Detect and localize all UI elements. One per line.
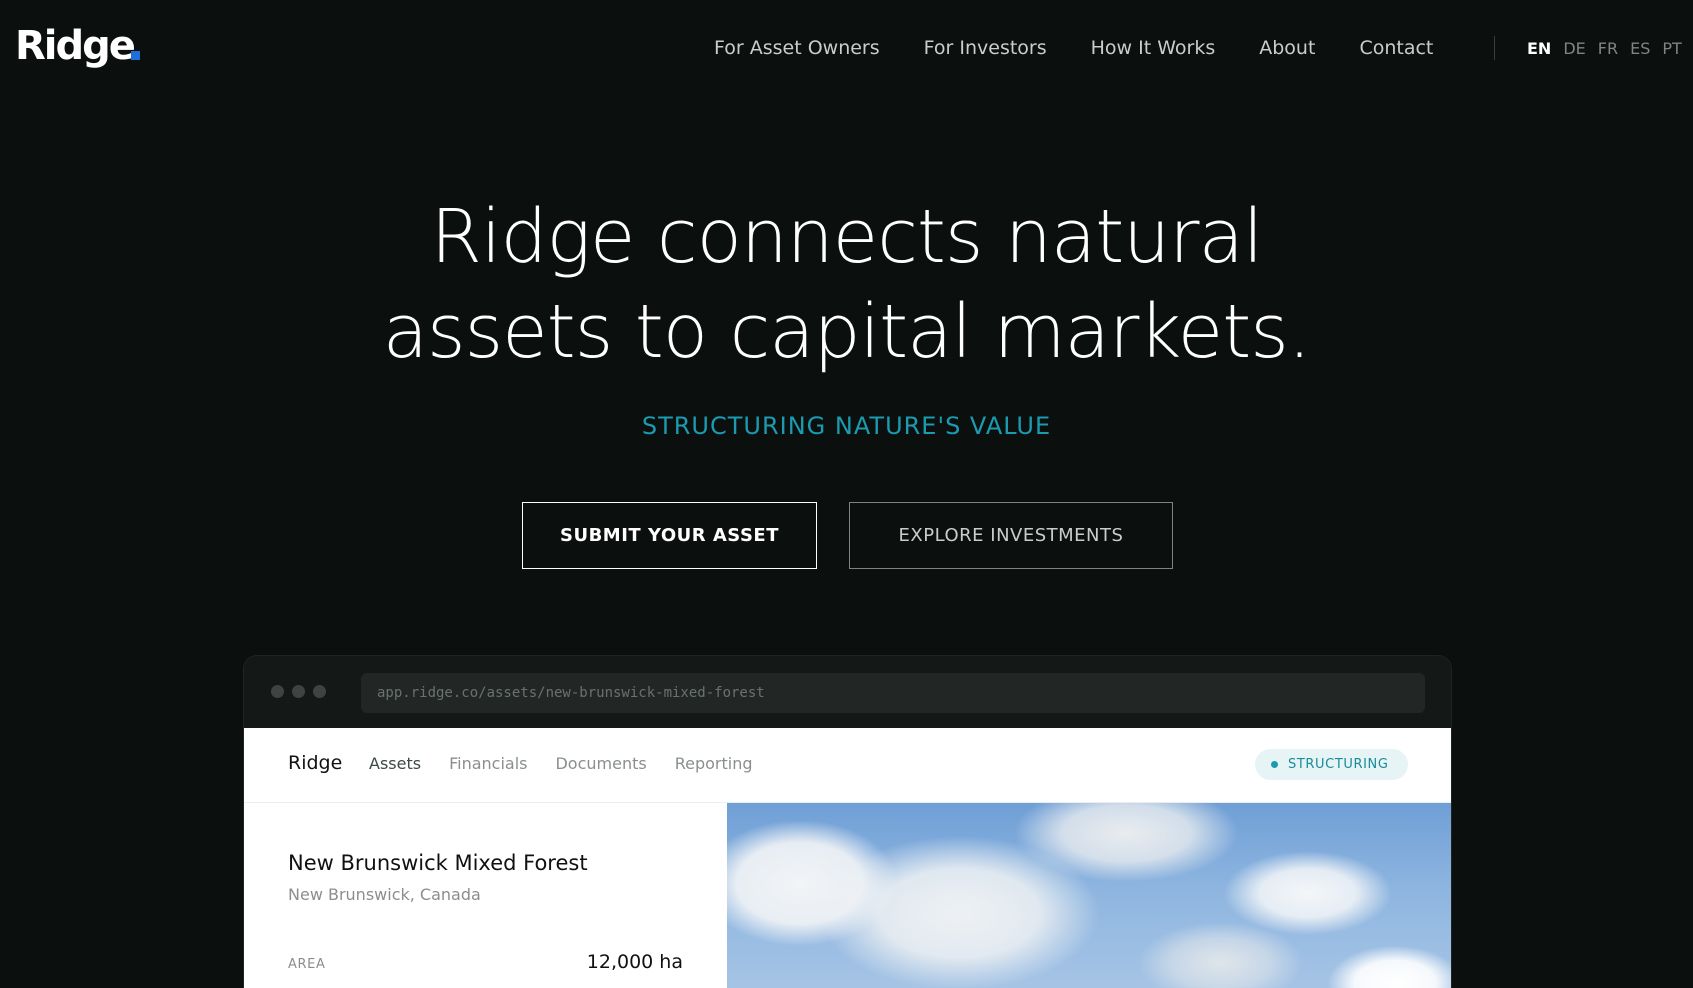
nav-contact[interactable]: Contact [1359, 37, 1433, 59]
window-dot-icon [313, 685, 326, 698]
hero-subtitle: STRUCTURING NATURE'S VALUE [641, 412, 1052, 440]
asset-summary: New Brunswick Mixed Forest New Brunswick… [244, 803, 727, 988]
lang-en[interactable]: EN [1527, 39, 1551, 58]
nav-for-asset-owners[interactable]: For Asset Owners [714, 37, 880, 59]
hero-title: Ridge connects natural assets to capital… [382, 194, 1312, 375]
tab-documents[interactable]: Documents [555, 754, 646, 773]
tab-reporting[interactable]: Reporting [675, 754, 753, 773]
lang-es[interactable]: ES [1630, 39, 1650, 58]
app-tabs: Assets Financials Documents Reporting [369, 754, 781, 773]
app-preview: Ridge Assets Financials Documents Report… [244, 728, 1451, 988]
explore-investments-button[interactable]: EXPLORE INVESTMENTS [849, 502, 1173, 569]
window-dot-icon [271, 685, 284, 698]
area-label: AREA [288, 957, 326, 972]
app-nav: Ridge Assets Financials Documents Report… [244, 728, 1451, 803]
ridge-logo[interactable]: Ridge [15, 18, 136, 74]
browser-toolbar: app.ridge.co/assets/new-brunswick-mixed-… [244, 656, 1451, 728]
lang-fr[interactable]: FR [1598, 39, 1618, 58]
tab-financials[interactable]: Financials [449, 754, 527, 773]
nav-for-investors[interactable]: For Investors [924, 37, 1047, 59]
window-dot-icon [292, 685, 305, 698]
status-dot-icon [1271, 761, 1278, 768]
site-header: Ridge For Asset Owners For Investors How… [0, 0, 1693, 96]
main-nav: For Asset Owners For Investors How It Wo… [714, 34, 1477, 62]
status-badge: STRUCTURING [1255, 749, 1408, 780]
nav-how-it-works[interactable]: How It Works [1091, 37, 1216, 59]
app-brand: Ridge [288, 752, 343, 774]
tab-assets[interactable]: Assets [369, 754, 421, 773]
area-value: 12,000 ha [586, 951, 683, 973]
lang-pt[interactable]: PT [1662, 39, 1681, 58]
nav-divider [1494, 36, 1495, 60]
asset-name: New Brunswick Mixed Forest [288, 851, 588, 875]
asset-photo [727, 803, 1451, 988]
nav-about[interactable]: About [1259, 37, 1315, 59]
status-label: STRUCTURING [1288, 757, 1389, 772]
landing-page: Ridge For Asset Owners For Investors How… [0, 0, 1693, 988]
language-switcher: EN DE FR ES PT [1527, 36, 1693, 60]
url-bar: app.ridge.co/assets/new-brunswick-mixed-… [361, 673, 1425, 713]
browser-mockup: app.ridge.co/assets/new-brunswick-mixed-… [243, 655, 1452, 988]
submit-asset-button[interactable]: SUBMIT YOUR ASSET [522, 502, 817, 569]
asset-location: New Brunswick, Canada [288, 885, 481, 904]
lang-de[interactable]: DE [1563, 39, 1585, 58]
logo-dot [131, 51, 140, 60]
